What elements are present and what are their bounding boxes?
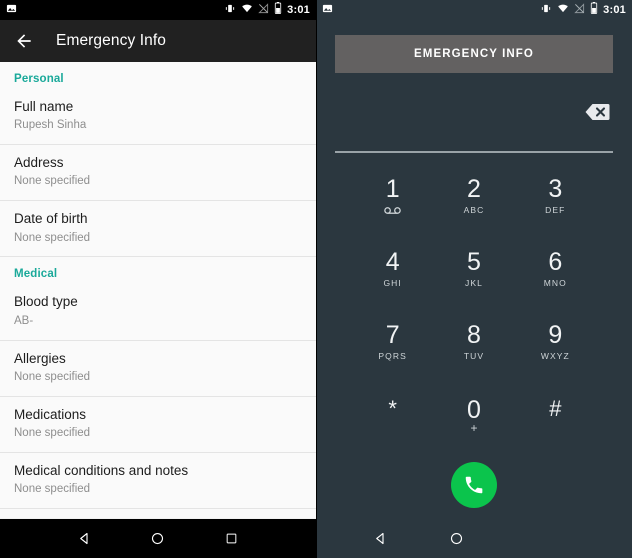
list-item-medications[interactable]: Medications None specified xyxy=(0,396,316,453)
list-item-full-name[interactable]: Full name Rupesh Sinha xyxy=(0,89,316,146)
list-item-address[interactable]: Address None specified xyxy=(0,145,316,202)
list-item-allergies[interactable]: Allergies None specified xyxy=(0,340,316,397)
battery-icon xyxy=(590,1,598,19)
status-bar-clock: 3:01 xyxy=(603,4,626,16)
dialpad-key-4[interactable]: 4 GHI xyxy=(352,232,433,305)
cellular-off-icon xyxy=(258,1,269,19)
emergency-info-button[interactable]: EMERGENCY INFO xyxy=(335,35,613,73)
key-letters: MNO xyxy=(543,277,567,288)
dialer-input-area[interactable] xyxy=(316,73,632,151)
key-digit: 0 xyxy=(467,395,481,424)
dual-screenshot-container: 3:01 Emergency Info Personal Full name R… xyxy=(0,0,632,558)
key-letters: WXYZ xyxy=(540,351,570,362)
screen-divider xyxy=(316,0,317,558)
nav-recents-square-icon[interactable] xyxy=(222,530,240,548)
page-title: Emergency Info xyxy=(56,32,166,49)
dialpad-key-2[interactable]: 2 ABC xyxy=(433,159,514,232)
dialpad-key-6[interactable]: 6 MNO xyxy=(515,232,596,305)
key-plus-symbol: + xyxy=(470,420,478,435)
wifi-icon xyxy=(557,1,569,19)
key-digit: 8 xyxy=(467,321,481,350)
dialpad-key-1[interactable]: 1 xyxy=(352,159,433,232)
key-letters: JKL xyxy=(465,277,483,288)
key-digit: 1 xyxy=(385,174,400,203)
dialpad-key-hash[interactable]: # xyxy=(515,379,596,452)
screenshot-icon xyxy=(322,1,333,19)
dialpad-key-7[interactable]: 7 PQRS xyxy=(352,306,433,379)
section-header-medical: Medical xyxy=(14,268,58,281)
key-letters: TUV xyxy=(463,351,485,362)
dialpad-key-8[interactable]: 8 TUV xyxy=(433,306,514,379)
nav-back-triangle-icon[interactable] xyxy=(371,529,389,547)
section-medical: Medical Blood type AB- Allergies None sp… xyxy=(0,257,316,510)
list-item-value: None specified xyxy=(14,370,91,383)
list-item-value: None specified xyxy=(14,175,91,188)
list-item-label: Allergies xyxy=(14,350,66,366)
section-header-personal: Personal xyxy=(14,73,64,85)
list-item-blood-type[interactable]: Blood type AB- xyxy=(0,284,316,341)
nav-home-circle-icon[interactable] xyxy=(447,529,465,547)
list-item-medical-conditions-and-notes[interactable]: Medical conditions and notes None specif… xyxy=(0,452,316,510)
dialpad-key-0[interactable]: 0 + xyxy=(433,379,514,452)
dialpad-key-star[interactable]: * xyxy=(352,379,433,452)
voicemail-icon xyxy=(384,206,401,215)
screenshot-icon xyxy=(6,1,17,19)
dialpad-key-5[interactable]: 5 JKL xyxy=(433,232,514,305)
system-navigation-bar xyxy=(0,518,316,558)
list-item-label: Medications xyxy=(14,406,87,422)
phone-call-icon xyxy=(465,476,483,494)
nav-back-triangle-icon[interactable] xyxy=(76,530,94,548)
key-letters: GHI xyxy=(383,277,402,288)
key-letters: PQRS xyxy=(378,351,407,362)
list-item-value: None specified xyxy=(14,483,91,496)
dialpad-key-9[interactable]: 9 WXYZ xyxy=(515,306,596,379)
list-item-value: None specified xyxy=(14,427,91,439)
key-letters: ABC xyxy=(463,204,485,215)
key-letters: DEF xyxy=(545,204,566,215)
key-digit: 2 xyxy=(467,174,481,203)
status-bar: 3:01 xyxy=(0,0,316,20)
key-digit: 9 xyxy=(548,321,563,350)
vibrate-icon xyxy=(540,1,552,19)
key-digit: * xyxy=(388,395,397,421)
list-item-date-of-birth[interactable]: Date of birth None specified xyxy=(0,201,316,258)
right-phone-emergency-dialer-screen: 3:01 EMERGENCY INFO 1 2 ABC 3 DEF 4 GHI … xyxy=(316,0,632,558)
backspace-icon[interactable] xyxy=(584,102,610,122)
status-bar: 3:01 xyxy=(316,0,632,20)
system-navigation-bar xyxy=(316,518,632,558)
key-digit: 6 xyxy=(548,247,563,276)
list-item-label: Date of birth xyxy=(14,211,88,227)
list-item-label: Medical conditions and notes xyxy=(14,462,189,478)
list-item-value: None specified xyxy=(14,231,91,244)
cellular-off-icon xyxy=(574,1,585,19)
key-digit: 7 xyxy=(385,321,400,350)
key-digit: 3 xyxy=(548,174,563,203)
key-digit: # xyxy=(549,395,562,421)
list-item-label: Blood type xyxy=(14,294,78,310)
nav-home-circle-icon[interactable] xyxy=(149,530,167,548)
vibrate-icon xyxy=(224,1,236,19)
emergency-info-list: Personal Full name Rupesh Sinha Address … xyxy=(0,62,316,518)
dialpad-key-3[interactable]: 3 DEF xyxy=(515,159,596,232)
list-item-value: AB- xyxy=(14,314,34,327)
key-digit: 5 xyxy=(467,247,481,276)
section-personal: Personal Full name Rupesh Sinha Address … xyxy=(0,62,316,258)
dialpad: 1 2 ABC 3 DEF 4 GHI 5 JKL 6 MNO 7 PQRS 8… xyxy=(316,153,632,452)
app-toolbar: Emergency Info xyxy=(0,20,316,62)
list-item-value: Rupesh Sinha xyxy=(14,119,87,132)
key-digit: 4 xyxy=(385,247,400,276)
call-button-row xyxy=(316,452,632,518)
list-item-label: Address xyxy=(14,155,64,171)
call-button[interactable] xyxy=(451,462,497,508)
back-arrow-icon[interactable] xyxy=(14,31,34,51)
list-item-label: Full name xyxy=(14,99,74,114)
status-bar-clock: 3:01 xyxy=(287,4,310,16)
left-phone-emergency-info-screen: 3:01 Emergency Info Personal Full name R… xyxy=(0,0,316,558)
wifi-icon xyxy=(241,1,253,19)
battery-icon xyxy=(274,1,282,19)
